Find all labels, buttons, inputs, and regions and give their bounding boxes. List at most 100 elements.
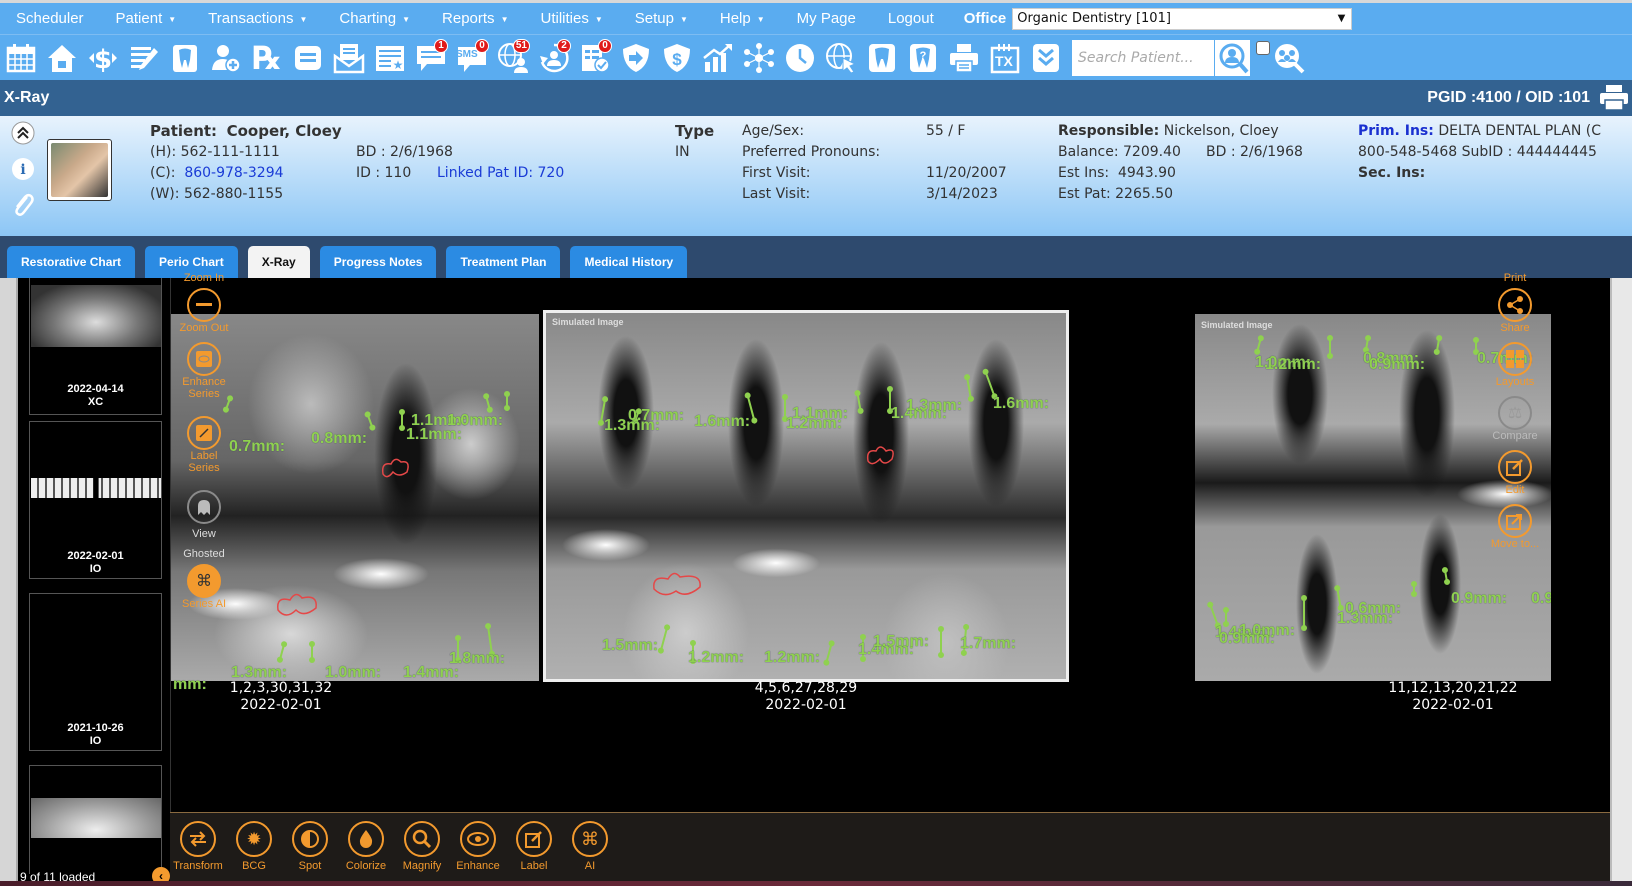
search-patient-input[interactable]: Search Patient...	[1072, 39, 1214, 76]
series-ai-button[interactable]: ⌘ Series AI	[164, 564, 244, 610]
chat-icon[interactable]: 1	[412, 38, 450, 77]
zoom-out-button[interactable]: Zoom Out	[164, 288, 244, 334]
collapse-up-icon[interactable]	[10, 120, 36, 146]
calendar-icon[interactable]	[2, 39, 40, 77]
expand-down-icon[interactable]	[1027, 39, 1065, 77]
home-icon[interactable]	[43, 39, 81, 77]
recall-icon[interactable]: 2	[535, 38, 573, 77]
menu-reports[interactable]: Reports ▼	[426, 10, 524, 27]
menu-utilities[interactable]: Utilities ▼	[524, 10, 618, 27]
tool-label: Series AI	[181, 598, 227, 610]
menu-help[interactable]: Help ▼	[704, 10, 781, 27]
xray-viewer: 2022-04-14 XC 2022-02-01 IO 2021-10-26 IO 9…	[0, 272, 1632, 886]
tool-label: View Ghosted	[183, 528, 225, 560]
family-search-icon[interactable]	[1270, 39, 1308, 77]
patient-avatar[interactable]	[47, 139, 112, 201]
bcg-button[interactable]: ✹ BCG	[226, 821, 282, 872]
measurement-label: 1.2mm:	[764, 649, 821, 666]
clock-icon[interactable]	[781, 39, 819, 77]
svg-text:$: $	[672, 50, 682, 69]
colorize-button[interactable]: Colorize	[338, 821, 394, 872]
pgid-oid-text: PGID :4100 / OID :101	[1427, 89, 1590, 106]
print-button[interactable]: Print	[1475, 272, 1555, 284]
fmx-thumbnail-image	[31, 626, 161, 694]
thumbnail-item[interactable]: 2022-04-14 XC	[29, 278, 162, 415]
magnify-button[interactable]: Magnify	[394, 821, 450, 872]
mail-icon[interactable]	[330, 39, 368, 77]
prim-ins-label[interactable]: Prim. Ins:	[1358, 123, 1434, 139]
tab-x-ray[interactable]: X-Ray	[247, 246, 310, 278]
office-select[interactable]: Organic Dentistry [101] ▼	[1012, 7, 1353, 30]
work-phone: 562-880-1155	[183, 186, 284, 202]
print-icon[interactable]	[945, 39, 983, 77]
ai-button[interactable]: ⌘ AI	[562, 821, 618, 872]
tooth-icon[interactable]	[863, 39, 901, 77]
tab-progress-notes[interactable]: Progress Notes	[319, 246, 437, 278]
enhance-series-button[interactable]: Enhance Series	[164, 342, 244, 400]
compare-button[interactable]: ⚖ Compare	[1475, 396, 1555, 442]
label-series-button[interactable]: Label Series	[164, 416, 244, 474]
ai-caries-outline	[653, 572, 701, 596]
edit-ledger-icon[interactable]	[125, 39, 163, 77]
linked-patient-link[interactable]: Linked Pat ID: 720	[437, 163, 564, 184]
label-button[interactable]: Label	[506, 821, 562, 872]
print-icon[interactable]	[1600, 85, 1628, 111]
shield-arrow-icon[interactable]	[617, 39, 655, 77]
web-badge: 51	[512, 38, 530, 53]
right-scrollbar[interactable]	[1610, 278, 1632, 886]
zoom-in-button[interactable]: Zoom In	[164, 272, 244, 284]
tab-restorative-chart[interactable]: Restorative Chart	[7, 246, 136, 278]
menu-transactions[interactable]: Transactions ▼	[192, 10, 323, 27]
note-icon[interactable]	[289, 39, 327, 77]
shield-dollar-icon[interactable]: $	[658, 39, 696, 77]
attachment-icon[interactable]	[10, 192, 36, 218]
move-to-button[interactable]: Move to...	[1475, 504, 1555, 550]
info-icon[interactable]: i	[10, 156, 36, 182]
xray-image-selected[interactable]: Simulated Image 1.3mm: 0.7mm: 1.6mm: 1.1…	[543, 310, 1069, 682]
measurement-label: 1.5mm:	[602, 637, 659, 654]
dollar-transfer-icon[interactable]: $	[84, 39, 122, 77]
tooth-chart-icon[interactable]	[166, 39, 204, 77]
menu-patient[interactable]: Patient ▼	[100, 10, 193, 27]
left-scrollbar[interactable]	[0, 278, 18, 886]
network-icon[interactable]	[740, 39, 778, 77]
tab-treatment-plan[interactable]: Treatment Plan	[446, 246, 561, 278]
tx-calendar-icon[interactable]: TX	[986, 39, 1024, 77]
layouts-button[interactable]: Layouts	[1475, 342, 1555, 388]
spot-button[interactable]: Spot	[282, 821, 338, 872]
globe-cursor-icon[interactable]	[822, 39, 860, 77]
search-option-checkbox[interactable]	[1256, 41, 1270, 55]
cell-phone-link[interactable]: 860-978-3294	[184, 165, 283, 181]
enhance-button[interactable]: Enhance	[450, 821, 506, 872]
thumbnail-item[interactable]: 2021-10-26 IO	[29, 593, 162, 751]
chart-growth-icon[interactable]	[699, 39, 737, 77]
search-patient-button[interactable]	[1214, 39, 1250, 76]
caret-down-icon: ▼	[756, 14, 765, 24]
menu-scheduler[interactable]: Scheduler	[0, 10, 100, 27]
form-star-icon[interactable]: ★	[371, 39, 409, 77]
edit-button[interactable]: Edit	[1475, 450, 1555, 496]
menu-charting[interactable]: Charting ▼	[323, 10, 426, 27]
add-patient-icon[interactable]	[207, 39, 245, 77]
thumbnail-strip[interactable]: 2022-04-14 XC 2022-02-01 IO 2021-10-26 IO	[18, 278, 170, 874]
sms-icon[interactable]: SMS 0	[453, 38, 491, 77]
menu-my-page[interactable]: My Page	[781, 10, 872, 27]
share-button[interactable]: Share	[1475, 288, 1555, 334]
rx-icon[interactable]: ℞	[248, 39, 286, 77]
view-ghosted-button[interactable]: View Ghosted	[164, 490, 244, 564]
thumbnail-item[interactable]: 2022-02-01 IO	[29, 421, 162, 579]
tool-label: Zoom Out	[179, 322, 229, 334]
tooth-question-icon[interactable]: ?	[904, 39, 942, 77]
prim-ins-detail: 800-548-5468 SubID : 444444445	[1358, 144, 1597, 160]
tab-medical-history[interactable]: Medical History	[570, 246, 688, 278]
magnify-icon	[404, 821, 440, 857]
web-patients-icon[interactable]: 51	[494, 38, 532, 77]
checklist-icon[interactable]: 0	[576, 38, 614, 77]
svg-text:i: i	[20, 162, 25, 178]
thumbnail-item[interactable]	[29, 765, 162, 874]
menu-setup[interactable]: Setup ▼	[619, 10, 704, 27]
menu-logout[interactable]: Logout	[872, 10, 950, 27]
transform-button[interactable]: Transform	[170, 821, 226, 872]
menu-label: Scheduler	[16, 10, 84, 27]
window-bottom-edge	[0, 881, 1632, 886]
